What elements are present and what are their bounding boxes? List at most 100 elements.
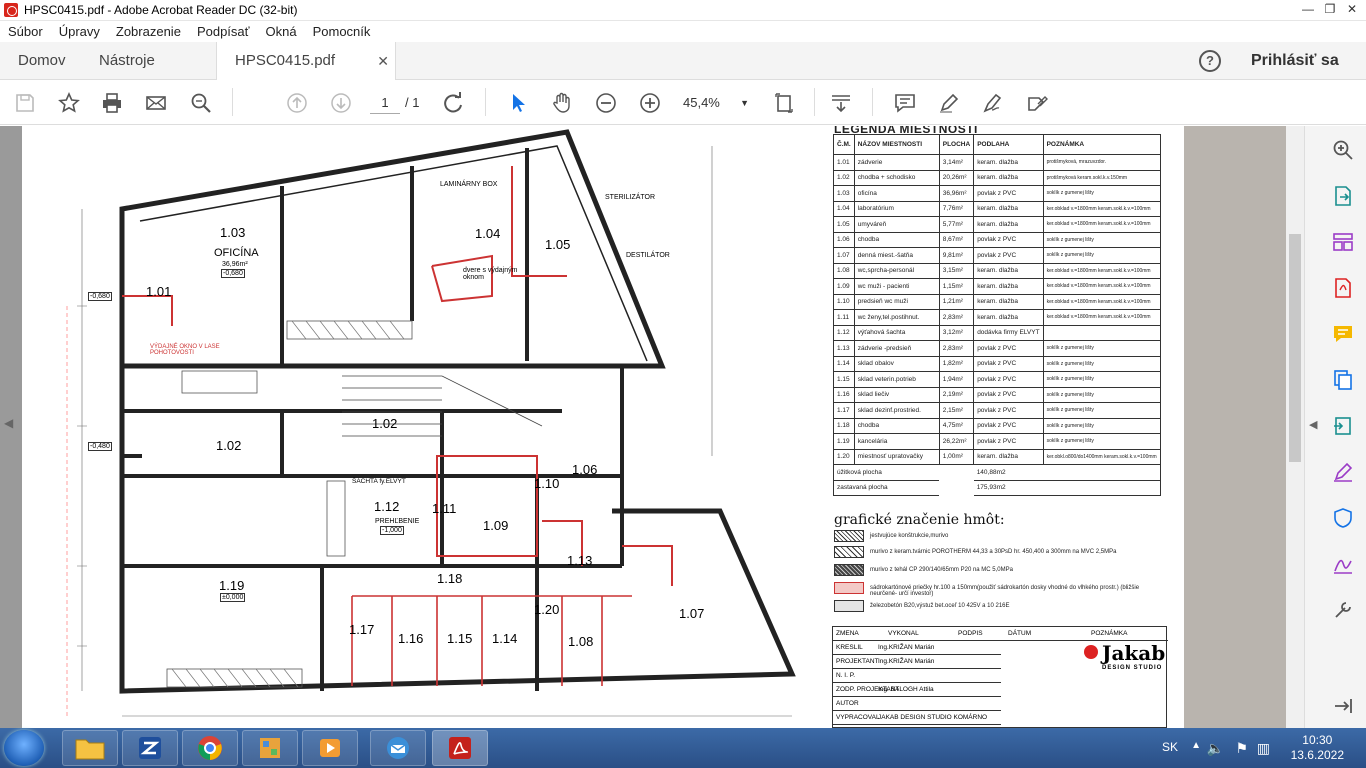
bookmark-star-icon[interactable]: [56, 90, 82, 116]
clock[interactable]: 10:30 13.6.2022: [1291, 733, 1344, 763]
legend-cell: soklík z gumenej lišty: [1042, 417, 1161, 434]
minimize-button[interactable]: —: [1298, 0, 1318, 18]
legend-cell: výťahová šachta: [853, 324, 940, 341]
graphic-legend-title: grafické značenie hmôt:: [834, 512, 1005, 528]
scroll-mode-icon[interactable]: [828, 90, 854, 116]
legend-row: 1.05 umyváreň 5,77m² keram. dlažba ker.obkla…: [833, 216, 1161, 233]
tab-tools[interactable]: Nástroje: [99, 42, 155, 80]
zoom-in-icon[interactable]: [637, 90, 663, 116]
left-panel-toggle-icon[interactable]: ◀: [4, 416, 13, 430]
legend-cell: 1,21m²: [938, 293, 975, 310]
close-window-button[interactable]: ✕: [1342, 0, 1362, 18]
vertical-scrollbar[interactable]: [1286, 126, 1304, 728]
legend-cell: povlak z PVC: [973, 417, 1044, 434]
legend-cell: povlak z PVC: [973, 231, 1044, 248]
search-icon[interactable]: [188, 90, 214, 116]
scrollbar-thumb[interactable]: [1289, 234, 1301, 462]
menu-help[interactable]: Pomocník: [305, 24, 379, 39]
create-pdf-icon[interactable]: [1329, 274, 1357, 302]
app-icon[interactable]: [122, 730, 178, 766]
organize-pages-icon[interactable]: [1329, 228, 1357, 256]
action-center-flag-icon[interactable]: ⚑: [1235, 740, 1248, 757]
close-tab-icon[interactable]: ✕: [377, 42, 389, 80]
document-viewer[interactable]: ◀ 1.01 1.02 1.02 1.03 1.04 1.05 1.06 1.0…: [0, 126, 1304, 728]
comment-tool-icon[interactable]: [1329, 320, 1357, 348]
show-hidden-icons-icon[interactable]: ▲: [1191, 740, 1201, 751]
control-panel-icon[interactable]: [242, 730, 298, 766]
help-icon[interactable]: ?: [1199, 50, 1221, 72]
sign-in-button[interactable]: Prihlásiť sa: [1251, 42, 1339, 80]
legend-cell: 1,15m²: [938, 278, 975, 295]
legend-header: Č.M.: [833, 134, 855, 155]
hand-tool-icon[interactable]: [549, 90, 575, 116]
mail-app-icon[interactable]: [370, 730, 426, 766]
zoom-out-icon[interactable]: [593, 90, 619, 116]
request-signature-icon[interactable]: [1329, 550, 1357, 578]
send-for-review-icon[interactable]: [1329, 412, 1357, 440]
legend-table: Č.M. NÁZOV MIESTNOSTI PLOCHA PODLAHA POZ…: [833, 134, 1161, 496]
more-tools-icon[interactable]: [1329, 596, 1357, 624]
fill-sign-tool-icon[interactable]: [1329, 458, 1357, 486]
tab-home[interactable]: Domov: [18, 42, 66, 80]
collapse-panel-icon[interactable]: ◀: [1309, 418, 1317, 431]
comment-icon[interactable]: [892, 90, 918, 116]
protect-shield-icon[interactable]: [1329, 504, 1357, 532]
legend-cell: 2,83m²: [938, 309, 975, 326]
menu-sign[interactable]: Podpísať: [189, 24, 258, 39]
email-icon[interactable]: [143, 90, 169, 116]
menu-file[interactable]: Súbor: [0, 24, 51, 39]
legend-cell: sklad veterin.potrieb: [853, 371, 940, 388]
legend-row: 1.15 sklad veterin.potrieb 1,94m² povlak z …: [833, 371, 1161, 388]
select-cursor-icon[interactable]: [505, 90, 531, 116]
legend-cell: sklad liečiv: [853, 386, 940, 403]
legend-row: 1.02 chodba + schodisko 20,26m² keram. dlaž…: [833, 169, 1161, 186]
tab-document[interactable]: HPSC0415.pdf ✕: [216, 42, 396, 80]
legend-header: NÁZOV MIESTNOSTI: [853, 134, 940, 155]
plan-note: DESTILÁTOR: [626, 252, 670, 259]
highlight-pen-icon[interactable]: [936, 90, 962, 116]
legend-header: PODLAHA: [973, 134, 1044, 155]
search-tool-icon[interactable]: [1329, 136, 1357, 164]
pdf-page: 1.01 1.02 1.02 1.03 1.04 1.05 1.06 1.07 …: [22, 126, 1184, 728]
acrobat-taskbar-icon[interactable]: [432, 730, 488, 766]
fill-sign-icon[interactable]: [1024, 90, 1050, 116]
zoom-select[interactable]: 45,4% ▼: [683, 92, 749, 114]
room-label: 1.15: [447, 631, 473, 646]
menu-view[interactable]: Zobrazenie: [108, 24, 189, 39]
expand-panel-icon[interactable]: [1329, 692, 1357, 720]
acrobat-icon: [4, 3, 18, 17]
clock-time: 10:30: [1302, 733, 1333, 747]
legend-cell: wc,sprcha-personál: [853, 262, 940, 279]
prev-page-icon[interactable]: [284, 90, 310, 116]
legend-cell: keram. dlažba: [973, 200, 1044, 217]
fit-page-icon[interactable]: [772, 90, 798, 116]
language-indicator[interactable]: SK: [1162, 740, 1178, 754]
combine-files-icon[interactable]: [1329, 366, 1357, 394]
file-explorer-icon[interactable]: [62, 730, 118, 766]
graphic-legend-item: železobetón B20,výstuž bet.oceľ 10 425V …: [834, 600, 1164, 614]
next-page-icon[interactable]: [328, 90, 354, 116]
chrome-icon[interactable]: [182, 730, 238, 766]
save-icon[interactable]: [12, 90, 38, 116]
room-label: 1.14: [492, 631, 518, 646]
menu-window[interactable]: Okná: [258, 24, 305, 39]
legend-cell: 1.15: [833, 371, 855, 388]
draw-icon[interactable]: [980, 90, 1006, 116]
network-icon[interactable]: ▥: [1257, 740, 1270, 757]
menu-edit[interactable]: Úpravy: [51, 24, 108, 39]
plan-note: PREHĽBENIE: [375, 518, 420, 525]
page-number-input[interactable]: 1: [370, 92, 400, 114]
media-player-icon[interactable]: [302, 730, 358, 766]
export-pdf-icon[interactable]: [1329, 182, 1357, 210]
start-button[interactable]: [4, 730, 44, 766]
legend-cell: 5,77m²: [938, 216, 975, 233]
legend-cell: keram. dlažba: [973, 448, 1044, 465]
plan-note: -1,000: [380, 526, 404, 535]
restore-button[interactable]: ❐: [1320, 0, 1340, 18]
legend-cell: 1.01: [833, 154, 855, 171]
print-icon[interactable]: [99, 90, 125, 116]
volume-icon[interactable]: 🔈: [1207, 740, 1224, 757]
legend-row: 1.09 wc muži - pacienti 1,15m² keram. dlažb…: [833, 278, 1161, 295]
legend-cell: 1,94m²: [938, 371, 975, 388]
rotate-icon[interactable]: [440, 90, 466, 116]
